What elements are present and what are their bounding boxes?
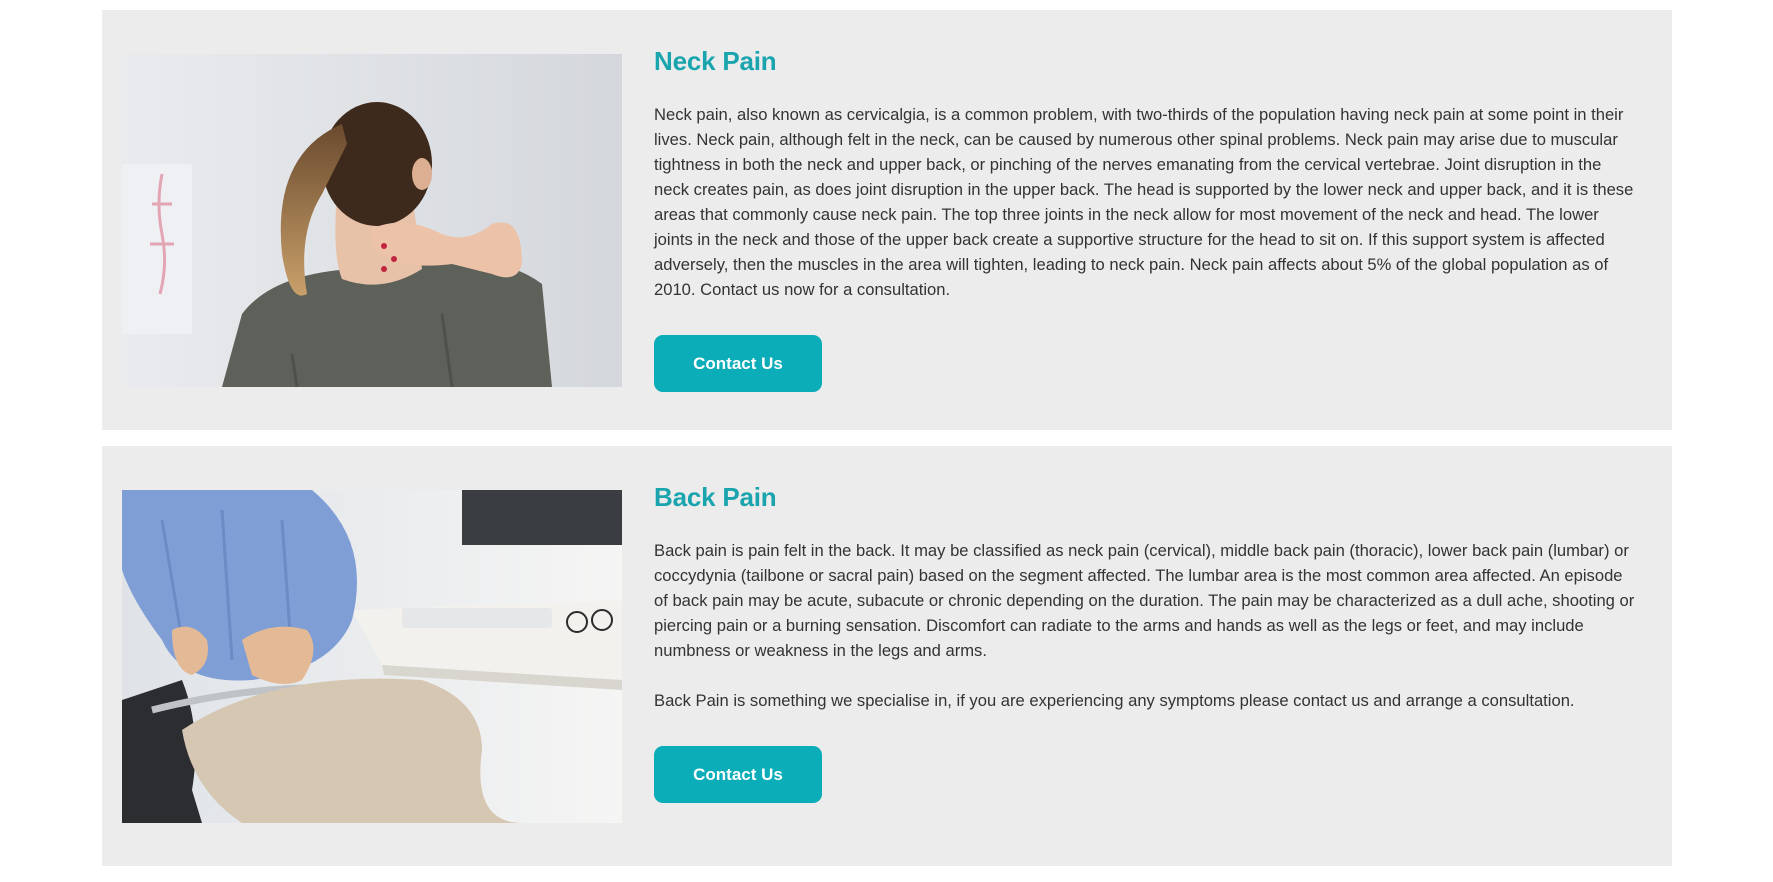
page: Neck Pain Neck pain, also known as cervi…	[0, 0, 1773, 882]
neck-pain-title: Neck Pain	[654, 46, 777, 76]
back-pain-description: Back pain is pain felt in the back. It m…	[654, 541, 1635, 660]
neck-pain-contact-button[interactable]: Contact Us	[654, 335, 822, 392]
neck-pain-description: Neck pain, also known as cervicalgia, is…	[654, 105, 1634, 299]
back-pain-title: Back Pain	[654, 482, 777, 512]
back-pain-photo	[122, 490, 622, 823]
back-pain-contact-button[interactable]: Contact Us	[654, 746, 822, 803]
neck-pain-section: Neck Pain Neck pain, also known as cervi…	[102, 10, 1672, 430]
back-pain-section: Back Pain Back pain is pain felt in the …	[102, 446, 1672, 866]
back-pain-content: Back Pain Back pain is pain felt in the …	[654, 480, 1639, 803]
neck-pain-content: Neck Pain Neck pain, also known as cervi…	[654, 44, 1639, 392]
back-pain-specialise-text: Back Pain is something we specialise in,…	[654, 691, 1575, 710]
neck-pain-photo	[122, 54, 622, 387]
